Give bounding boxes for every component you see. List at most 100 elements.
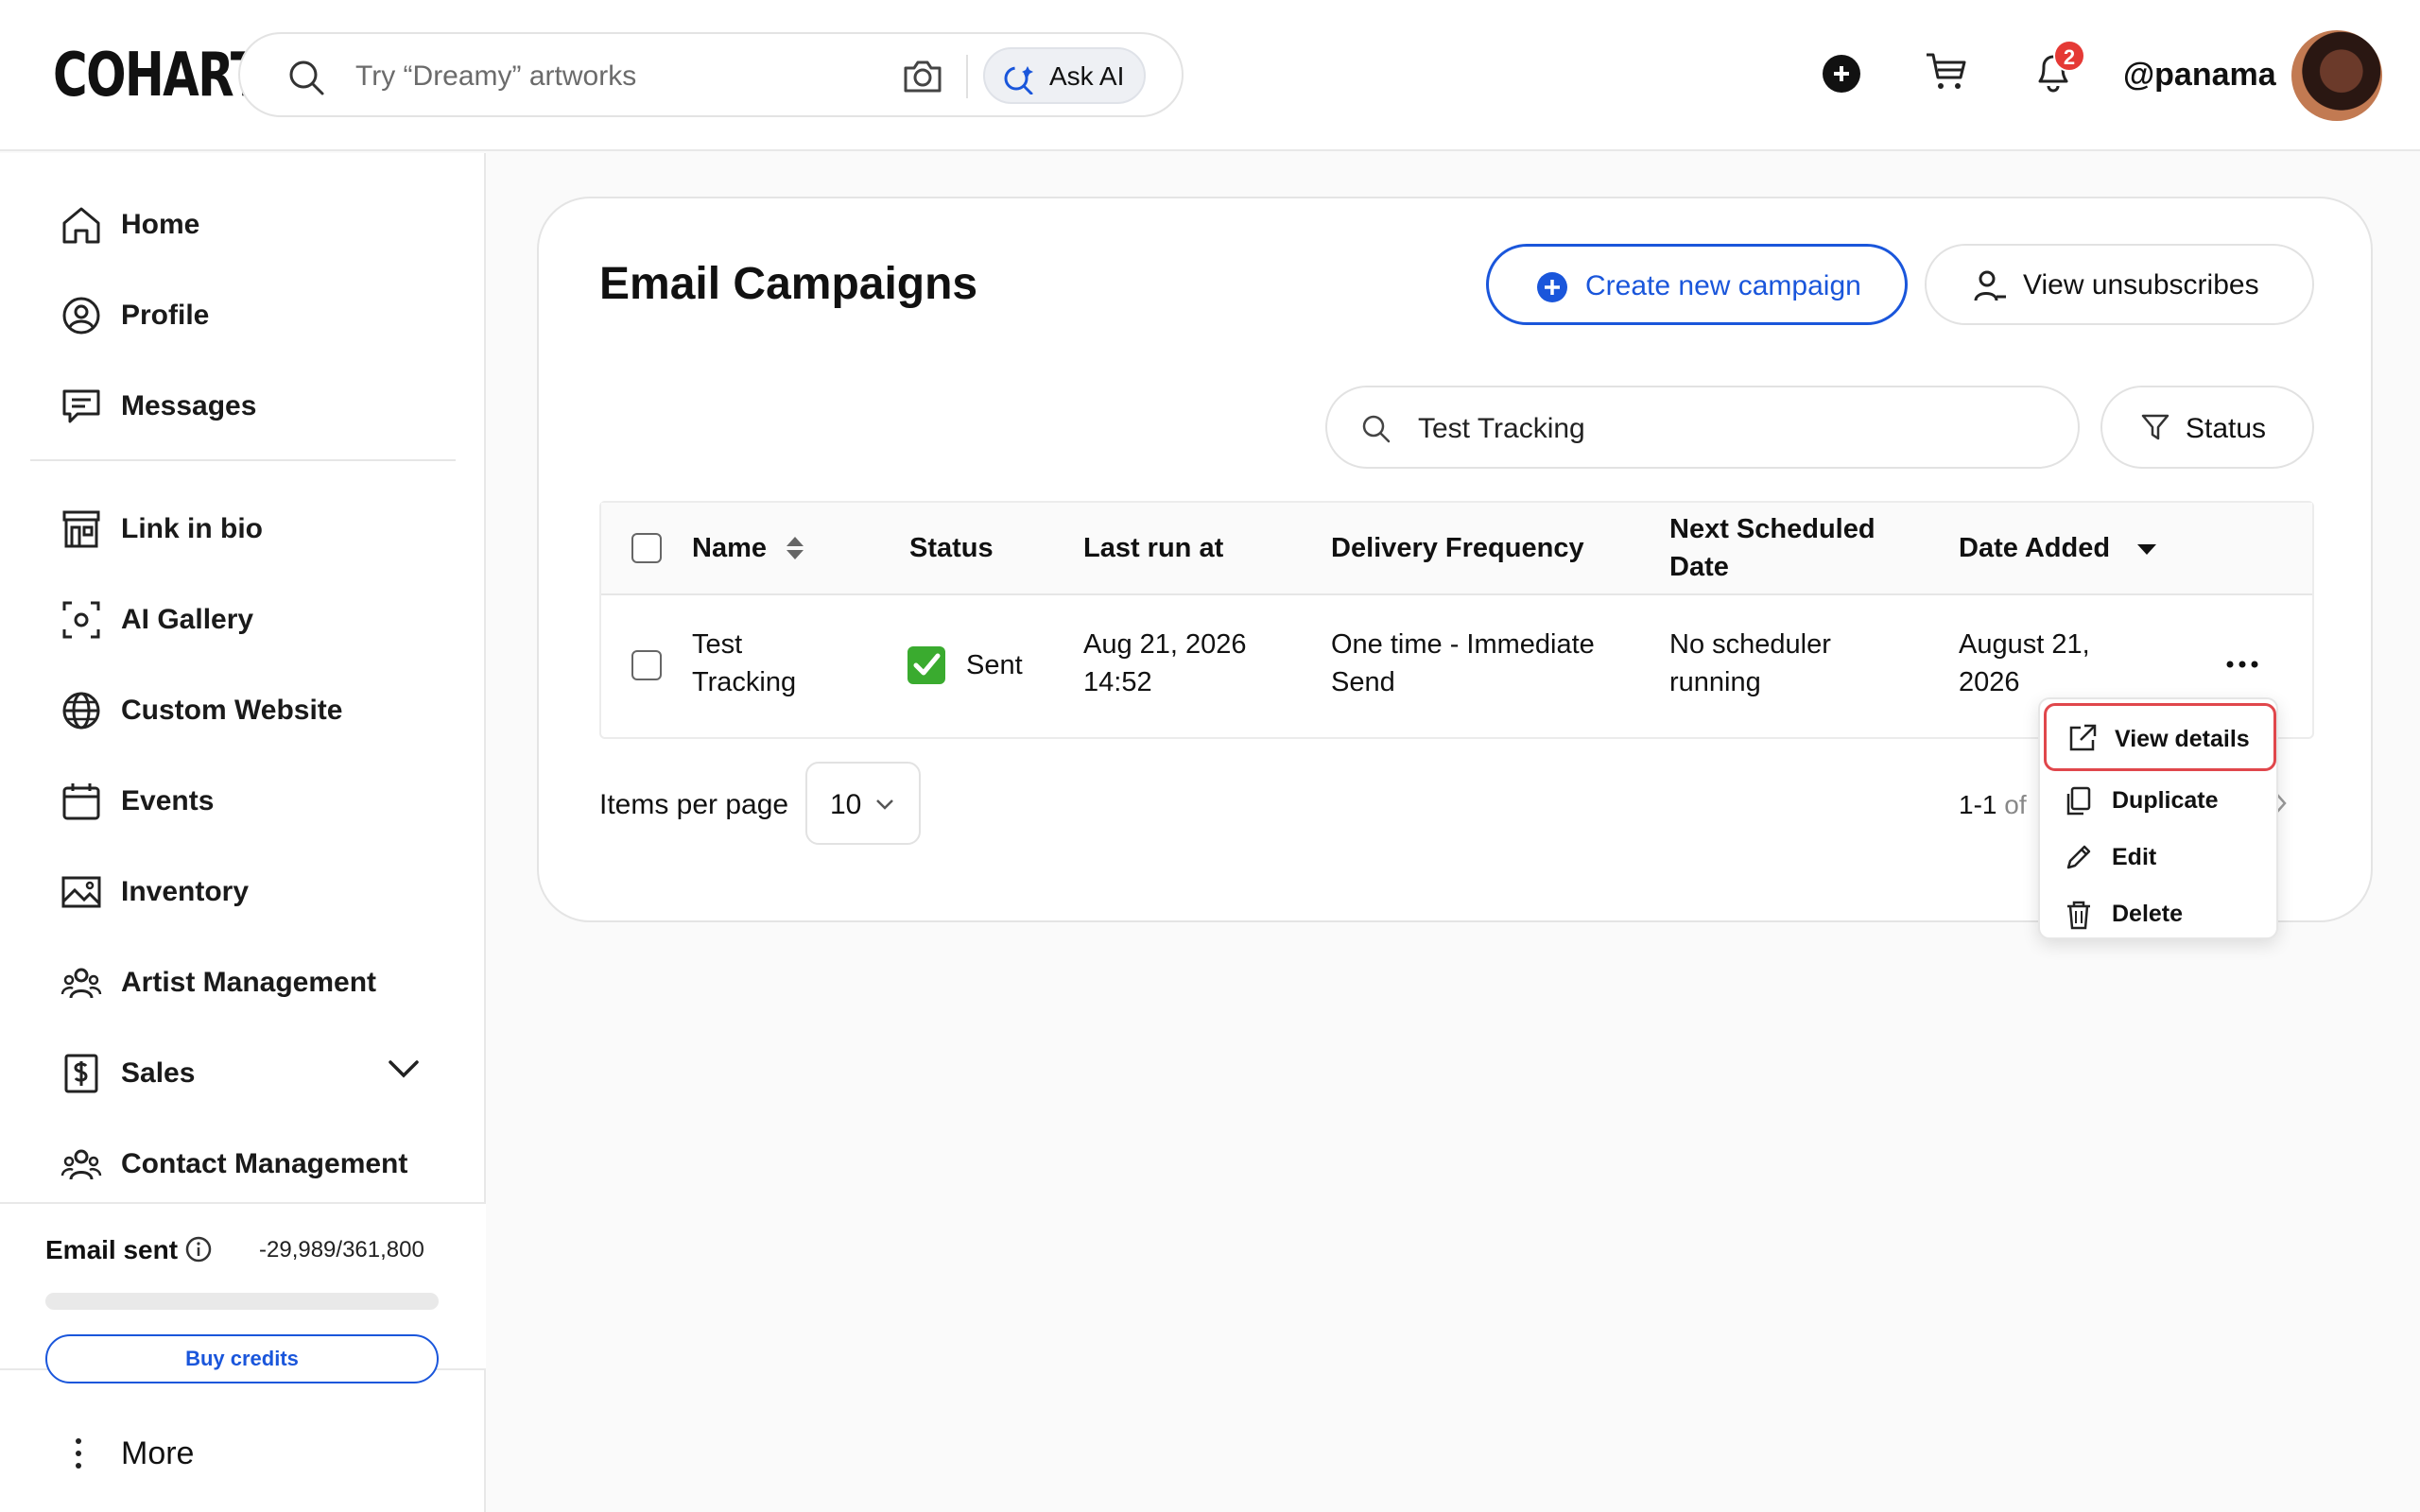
sidebar-item-label: Home: [121, 209, 200, 240]
create-campaign-button[interactable]: Create new campaign: [1486, 244, 1908, 325]
search-icon: [1361, 414, 1392, 444]
sidebar-item-label: Inventory: [121, 876, 250, 907]
cohart-logo[interactable]: COHART: [53, 42, 263, 110]
row-checkbox[interactable]: [631, 650, 662, 680]
next-scheduled-value: No scheduler running: [1669, 629, 1831, 697]
sidebar-item-label: Events: [121, 785, 215, 816]
sidebar-item-profile[interactable]: Profile: [60, 291, 458, 338]
dollar-icon: [60, 1053, 102, 1094]
search-divider: [966, 55, 968, 98]
more-menu-button[interactable]: More: [60, 1429, 344, 1476]
email-sent-count: -29,989/361,800: [259, 1237, 424, 1263]
items-per-page-value: 10: [830, 789, 862, 820]
filter-icon: [2140, 412, 2170, 442]
caret-down-icon[interactable]: [2136, 542, 2157, 556]
email-credits-progress: [45, 1293, 439, 1310]
sidebar-item-label: Profile: [121, 300, 210, 331]
more-horizontal-icon[interactable]: [2225, 660, 2259, 669]
view-details-menu-item[interactable]: View details: [2044, 703, 2276, 771]
sidebar-item-ai-gallery[interactable]: AI Gallery: [60, 595, 458, 643]
cart-icon[interactable]: [1925, 51, 1968, 93]
ask-ai-button[interactable]: Ask AI: [983, 47, 1146, 104]
global-search[interactable]: Try “Dreamy” artworks Ask AI: [238, 32, 1184, 117]
chevron-down-icon: [875, 798, 894, 811]
info-icon[interactable]: [185, 1236, 212, 1263]
sidebar-item-label: Link in bio: [121, 513, 263, 544]
sidebar-item-contact-management[interactable]: Contact Management: [60, 1140, 458, 1187]
items-per-page-label: Items per page: [599, 789, 789, 820]
top-header: COHART Try “Dreamy” artworks Ask AI 2 @p…: [0, 0, 2420, 151]
status-filter-label: Status: [2186, 413, 2267, 444]
column-header-next-scheduled: Next Scheduled Date: [1669, 514, 1876, 582]
column-header-last-run: Last run at: [1083, 533, 1224, 563]
column-header-name[interactable]: Name: [692, 529, 767, 567]
sidebar-item-label: Messages: [121, 390, 257, 421]
status-filter-button[interactable]: Status: [2100, 386, 2314, 469]
people-icon: [60, 1143, 102, 1185]
trash-icon: [2065, 900, 2093, 930]
sidebar-item-label: Contact Management: [121, 1148, 408, 1179]
pagination-range: 1-1 of: [1959, 788, 2027, 822]
pencil-icon: [2065, 843, 2093, 871]
email-sent-label: Email sent: [45, 1235, 179, 1264]
add-icon[interactable]: [1823, 55, 1860, 93]
sort-icon[interactable]: [785, 535, 805, 561]
sidebar-item-home[interactable]: Home: [60, 200, 458, 248]
view-details-label: View details: [2115, 726, 2250, 752]
edit-label: Edit: [2112, 844, 2157, 870]
column-header-delivery-frequency: Delivery Frequency: [1331, 533, 1584, 563]
duplicate-label: Duplicate: [2112, 787, 2219, 814]
create-campaign-label: Create new campaign: [1585, 270, 1861, 301]
page-title: Email Campaigns: [599, 259, 978, 309]
sidebar-item-artist-management[interactable]: Artist Management: [60, 958, 458, 1005]
select-all-checkbox[interactable]: [631, 533, 662, 563]
sidebar-item-link-in-bio[interactable]: Link in bio: [60, 505, 458, 552]
camera-icon[interactable]: [902, 57, 943, 94]
profile-icon: [60, 295, 102, 336]
delete-label: Delete: [2112, 901, 2184, 927]
duplicate-menu-item[interactable]: Duplicate: [2040, 773, 2276, 828]
status-label: Sent: [966, 650, 1023, 680]
search-placeholder: Try “Dreamy” artworks: [355, 60, 637, 92]
sidebar-item-custom-website[interactable]: Custom Website: [60, 686, 458, 733]
campaign-name[interactable]: Test Tracking: [692, 626, 834, 701]
search-icon: [287, 59, 325, 96]
campaign-search-input[interactable]: Test Tracking: [1325, 386, 2080, 469]
items-per-page-select[interactable]: 10: [805, 762, 921, 845]
messages-icon: [60, 386, 102, 427]
more-vertical-icon: [74, 1436, 83, 1470]
edit-menu-item[interactable]: Edit: [2040, 830, 2276, 885]
table-header: Name Status Last run at Delivery Frequen…: [601, 503, 2312, 595]
sidebar-item-events[interactable]: Events: [60, 777, 458, 824]
ask-ai-label: Ask AI: [1049, 61, 1125, 91]
view-unsubscribes-button[interactable]: View unsubscribes: [1925, 244, 2314, 325]
last-run-value: Aug 21, 2026 14:52: [1083, 629, 1247, 697]
check-box-icon: [908, 646, 945, 684]
date-added-value: August 21, 2026: [1959, 629, 2090, 697]
sidebar: Home Profile Messages Link in bio AI Gal…: [0, 153, 486, 1512]
row-actions-menu: View details Duplicate Edit Delete: [2038, 697, 2278, 939]
column-header-status: Status: [909, 533, 994, 563]
copy-icon: [2065, 786, 2093, 816]
ai-sparkle-icon: [1002, 62, 1036, 94]
sidebar-item-sales[interactable]: Sales: [60, 1049, 458, 1096]
user-minus-icon: [1974, 268, 2008, 304]
more-label: More: [121, 1435, 195, 1471]
external-link-icon: [2067, 723, 2098, 753]
sidebar-item-messages[interactable]: Messages: [60, 382, 458, 429]
sidebar-divider: [30, 459, 456, 461]
username[interactable]: @panama: [2123, 55, 2276, 94]
storefront-icon: [60, 508, 102, 550]
sidebar-item-label: Sales: [121, 1057, 196, 1089]
delivery-frequency-value: One time - Immediate Send: [1331, 629, 1595, 697]
plus-circle-icon: [1536, 271, 1568, 303]
calendar-icon: [60, 781, 102, 822]
delete-menu-item[interactable]: Delete: [2040, 886, 2276, 941]
image-icon: [60, 871, 102, 913]
globe-icon: [60, 690, 102, 731]
avatar[interactable]: [2291, 30, 2382, 121]
buy-credits-button[interactable]: Buy credits: [45, 1334, 439, 1383]
column-header-date-added[interactable]: Date Added: [1959, 529, 2110, 567]
sidebar-item-inventory[interactable]: Inventory: [60, 868, 458, 915]
chevron-down-icon[interactable]: [388, 1058, 420, 1079]
